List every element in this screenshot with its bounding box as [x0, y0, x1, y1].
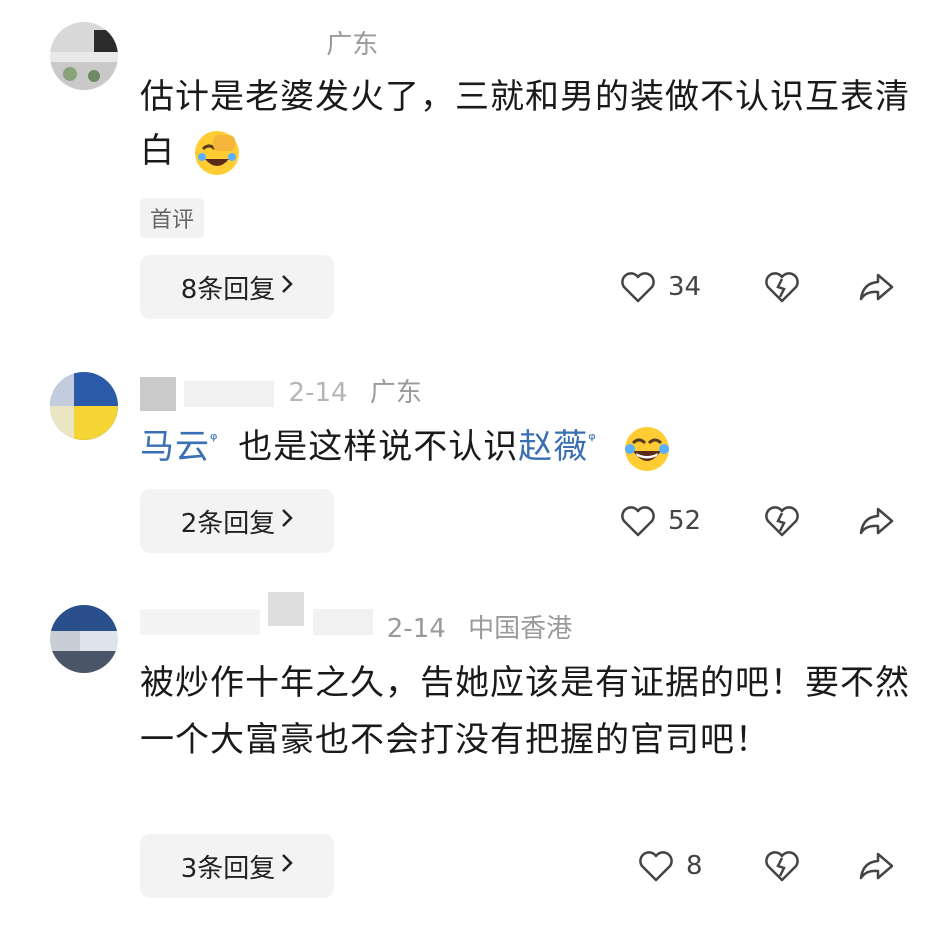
like-count: 52	[668, 506, 702, 536]
chevron-right-icon	[281, 853, 294, 879]
comment-date: 2-14	[288, 378, 348, 408]
share-arrow-icon	[858, 271, 894, 303]
dislike-button[interactable]	[764, 489, 800, 553]
view-replies-button[interactable]: 8条回复	[140, 255, 334, 319]
heart-outline-icon	[620, 271, 656, 303]
like-count: 8	[686, 851, 703, 881]
chevron-right-icon	[281, 508, 294, 534]
avatar[interactable]	[50, 22, 118, 90]
broken-heart-icon	[764, 271, 800, 303]
dislike-button[interactable]	[764, 255, 800, 319]
heart-outline-icon	[620, 505, 656, 537]
blurred-username	[140, 376, 176, 411]
share-arrow-icon	[858, 505, 894, 537]
comment-location: 中国香港	[468, 614, 573, 644]
view-replies-button[interactable]: 2条回复	[140, 489, 334, 553]
comment-actions: 8	[620, 834, 900, 898]
avatar[interactable]	[50, 605, 118, 673]
like-button[interactable]: 8	[638, 834, 703, 898]
comment-actions: 52	[620, 489, 900, 553]
blurred-username	[140, 608, 260, 635]
share-button[interactable]	[858, 489, 894, 553]
mention-link[interactable]: 赵薇ᵠ	[518, 427, 596, 467]
comment-meta: 2-14 中国香港	[140, 591, 572, 644]
dislike-button[interactable]	[764, 834, 800, 898]
comment-meta: 2-14 广东	[140, 372, 422, 411]
blurred-username	[184, 380, 275, 407]
comment-text: 被炒作十年之久，告她应该是有证据的吧！要不然一个大富豪也不会打没有把握的官司吧！	[140, 663, 910, 760]
blurred-username	[268, 591, 305, 626]
broken-heart-icon	[764, 850, 800, 882]
laugh-cry-facepalm-emoji	[193, 129, 241, 177]
comment-text: 估计是老婆发火了，三就和男的装做不认识互表清白	[140, 70, 910, 178]
mention-link[interactable]: 马云ᵠ	[140, 427, 218, 467]
comment-date: 2-14	[386, 614, 446, 644]
comment-meta: 广东	[140, 24, 378, 61]
share-button[interactable]	[858, 255, 894, 319]
like-count: 34	[668, 272, 702, 302]
view-replies-button[interactable]: 3条回复	[140, 834, 334, 898]
search-icon: ᵠ	[210, 430, 219, 451]
laugh-tears-emoji	[623, 425, 671, 473]
share-button[interactable]	[858, 834, 894, 898]
comment-location: 广东	[326, 30, 379, 60]
avatar[interactable]	[50, 372, 118, 440]
blurred-username	[312, 608, 373, 635]
first-comment-badge: 首评	[140, 198, 205, 238]
comment-location: 广东	[369, 378, 422, 408]
comment-text: 马云ᵠ 也是这样说不认识赵薇ᵠ	[140, 414, 910, 474]
like-button[interactable]: 34	[620, 255, 701, 319]
heart-outline-icon	[638, 850, 674, 882]
comment-actions: 34	[620, 255, 900, 319]
broken-heart-icon	[764, 505, 800, 537]
chevron-right-icon	[281, 274, 294, 300]
search-icon: ᵠ	[588, 430, 597, 451]
like-button[interactable]: 52	[620, 489, 701, 553]
blurred-username	[140, 30, 310, 61]
share-arrow-icon	[858, 850, 894, 882]
